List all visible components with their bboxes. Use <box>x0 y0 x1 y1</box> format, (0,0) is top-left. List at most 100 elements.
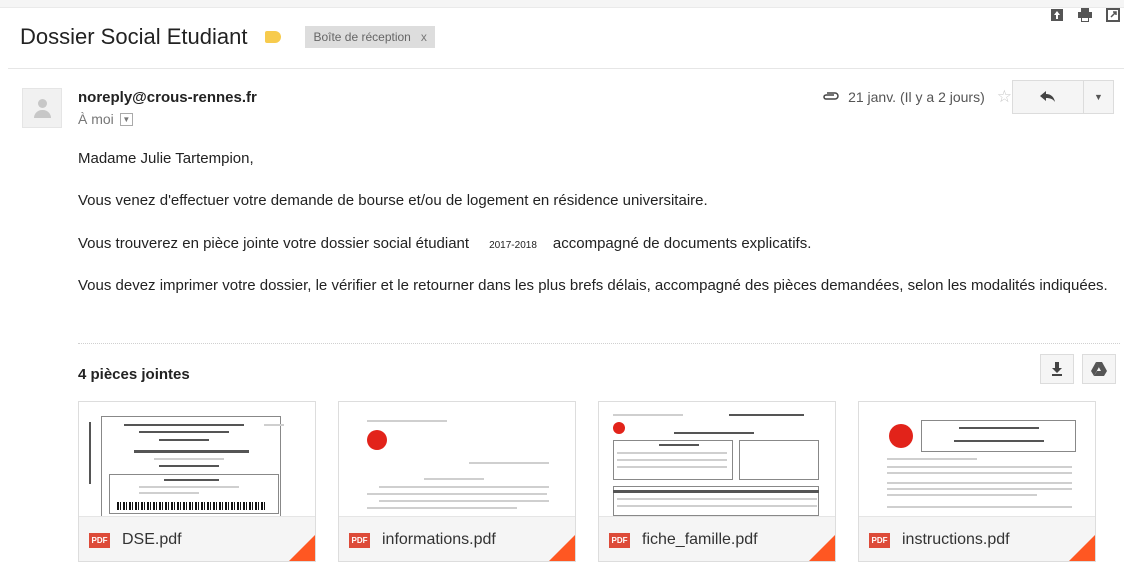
doc-line <box>959 427 1039 429</box>
reply-icon <box>1040 91 1055 102</box>
paragraph-2-end: accompagné de documents explicatifs. <box>552 235 812 252</box>
doc-line <box>613 414 683 416</box>
doc-line <box>154 458 224 460</box>
inbox-label-chip[interactable]: Boîte de réception x <box>305 26 435 48</box>
avatar-head <box>38 99 47 108</box>
download-all-icon[interactable] <box>1040 354 1074 384</box>
top-actions <box>1050 8 1120 22</box>
doc-line <box>887 466 1072 468</box>
paperclip-icon <box>822 88 840 106</box>
doc-line <box>887 494 1037 496</box>
email-subject: Dossier Social Etudiant <box>20 24 248 49</box>
attachment-name: DSE.pdf <box>122 531 182 548</box>
attachments-title: 4 pièces jointes <box>78 366 190 383</box>
attachment-card-fiche-famille[interactable]: PDF fiche_famille.pdf <box>598 401 836 562</box>
attachment-name: instructions.pdf <box>902 531 1010 548</box>
recipient-text: À moi <box>78 111 114 127</box>
pdf-icon: PDF <box>869 532 890 548</box>
doc-line <box>887 472 1072 474</box>
doc-line <box>613 490 819 493</box>
attachment-footer: PDF fiche_famille.pdf <box>599 516 835 561</box>
pdf-icon: PDF <box>89 532 110 548</box>
star-icon[interactable]: ☆ <box>997 87 1012 107</box>
attachment-card-instructions[interactable]: PDF instructions.pdf <box>858 401 1096 562</box>
attachment-name: informations.pdf <box>382 531 496 548</box>
message-meta: 21 janv. (Il y a 2 jours) ☆ <box>822 86 1012 108</box>
email-paragraph-3: Vous devez imprimer votre dossier, le vé… <box>78 277 1108 294</box>
doc-line <box>379 486 549 488</box>
doc-line <box>617 452 727 454</box>
doc-line <box>617 498 817 500</box>
recipient-line: À moi ▼ <box>78 111 133 127</box>
corner-fold <box>289 535 315 561</box>
remove-label-icon[interactable]: x <box>421 30 427 44</box>
attachments-divider <box>78 343 1120 344</box>
attachment-card-dse[interactable]: PDF DSE.pdf <box>78 401 316 562</box>
corner-fold <box>809 535 835 561</box>
print-icon[interactable] <box>1078 8 1092 22</box>
avatar[interactable] <box>22 88 62 128</box>
corner-fold <box>549 535 575 561</box>
attachment-preview <box>859 402 1095 516</box>
crous-logo-icon <box>613 422 625 434</box>
corner-fold <box>1069 535 1095 561</box>
show-details-icon[interactable]: ▼ <box>119 112 133 126</box>
doc-line <box>139 486 239 488</box>
doc-line <box>264 424 284 426</box>
doc-line <box>887 482 1072 484</box>
attachment-preview <box>599 402 835 516</box>
attachment-preview <box>79 402 315 520</box>
doc-frame <box>739 440 819 480</box>
doc-frame <box>921 420 1076 452</box>
more-options-button[interactable]: ▼ <box>1084 80 1114 114</box>
important-label-icon[interactable] <box>265 31 282 43</box>
reply-group: ▼ <box>1012 80 1114 114</box>
email-paragraph-1: Vous venez d'effectuer votre demande de … <box>78 192 708 209</box>
attachment-footer: PDF DSE.pdf <box>79 516 315 561</box>
top-bar <box>0 0 1124 8</box>
doc-line <box>954 440 1044 442</box>
doc-line <box>617 466 727 468</box>
reply-button[interactable] <box>1012 80 1084 114</box>
new-window-icon[interactable] <box>1106 8 1120 22</box>
doc-line <box>617 505 817 507</box>
doc-line <box>729 414 804 416</box>
doc-line <box>469 462 549 464</box>
doc-line <box>379 500 549 502</box>
doc-line <box>887 506 1072 508</box>
doc-line <box>159 439 209 441</box>
attachment-footer: PDF instructions.pdf <box>859 516 1095 561</box>
attachment-card-informations[interactable]: PDF informations.pdf <box>338 401 576 562</box>
sender-email[interactable]: noreply@crous-rennes.fr <box>78 89 257 106</box>
attachment-preview <box>339 402 575 516</box>
doc-line <box>134 450 249 453</box>
subject-row: Dossier Social Etudiant Boîte de récepti… <box>20 20 1120 54</box>
doc-line <box>124 424 244 426</box>
header-divider <box>8 68 1124 69</box>
chevron-down-icon: ▼ <box>1094 92 1103 102</box>
doc-line <box>159 465 219 467</box>
crous-logo-icon <box>367 430 387 450</box>
drive-icon[interactable] <box>1082 354 1116 384</box>
email-paragraph-2: Vous trouverez en pièce jointe votre dos… <box>78 233 811 256</box>
doc-line <box>367 420 447 422</box>
crous-logo-icon <box>889 424 913 448</box>
email-greeting: Madame Julie Tartempion, <box>78 150 254 167</box>
doc-line <box>367 493 547 495</box>
message-date: 21 janv. (Il y a 2 jours) <box>848 89 985 105</box>
pdf-icon: PDF <box>349 532 370 548</box>
doc-line <box>617 459 727 461</box>
archive-icon[interactable] <box>1050 8 1064 22</box>
doc-barcode <box>117 502 267 510</box>
doc-line <box>164 479 219 481</box>
pdf-icon: PDF <box>609 532 630 548</box>
attachment-footer: PDF informations.pdf <box>339 516 575 561</box>
doc-line <box>367 507 517 509</box>
academic-year: 2017-2018 <box>489 240 537 251</box>
doc-line <box>887 488 1072 490</box>
avatar-body <box>34 110 51 118</box>
doc-line <box>659 444 699 446</box>
paragraph-2-start: Vous trouverez en pièce jointe votre dos… <box>78 235 470 252</box>
attachment-name: fiche_famille.pdf <box>642 531 758 548</box>
doc-line <box>424 478 484 480</box>
